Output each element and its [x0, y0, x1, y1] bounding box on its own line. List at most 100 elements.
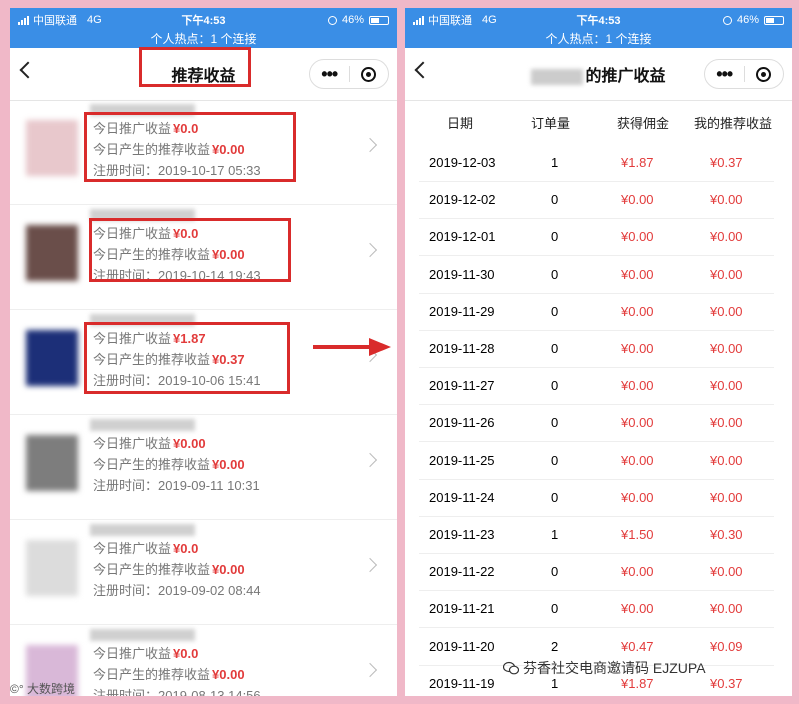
cell-orders: 0: [551, 415, 559, 431]
value-highlight-box: [89, 218, 291, 282]
today-promo-value: ¥0.0: [173, 646, 199, 661]
today-promo-income: 今日推广收益 ¥0.0: [93, 538, 198, 557]
right-phone-screen: 中国联通 4G 下午4:53 46% 个人热点：1 个连接 的推广收益 ••• …: [405, 8, 792, 696]
cell-commission: ¥0.00: [621, 192, 654, 208]
cell-referral-income: ¥0.37: [710, 675, 743, 691]
cell-referral-income: ¥0.00: [710, 266, 743, 282]
table-row: 2019-11-21 0 ¥0.00 ¥0.00: [405, 591, 792, 629]
table-row: 2019-11-23 1 ¥1.50 ¥0.30: [405, 517, 792, 554]
status-bar: 中国联通 4G 下午4:53 46%: [405, 8, 792, 32]
table-row: 2019-11-28 0 ¥0.00 ¥0.00: [405, 331, 792, 368]
cell-referral-income: ¥0.00: [710, 341, 743, 356]
battery-percent: 46%: [736, 14, 759, 26]
cell-orders: 0: [551, 303, 559, 319]
today-referral-income: 今日产生的推荐收益 ¥0.00: [93, 454, 245, 473]
cell-orders: 0: [551, 229, 559, 245]
header-referral-income: 我的推荐收益: [694, 116, 773, 131]
cell-referral-income: ¥0.00: [710, 303, 743, 319]
today-promo-value: ¥0.0: [173, 541, 199, 556]
cell-date: 2019-11-19: [429, 675, 495, 691]
close-miniprogram-button[interactable]: [350, 66, 389, 82]
cell-commission: ¥1.87: [621, 675, 654, 691]
orientation-lock-icon: [722, 15, 732, 25]
today-referral-label: 今日产生的推荐收益: [93, 562, 211, 577]
header-commission: 获得佣金: [617, 116, 670, 131]
cell-date: 2019-11-27: [429, 378, 495, 394]
cell-commission: ¥0.47: [621, 638, 654, 654]
cell-date: 2019-12-01: [429, 229, 496, 245]
cell-commission: ¥0.00: [621, 229, 654, 245]
avatar: [26, 225, 78, 281]
today-promo-label: 今日推广收益: [93, 541, 172, 556]
orientation-lock-icon: [327, 15, 337, 25]
chevron-right-icon: [362, 452, 378, 468]
page-title-text: 的推广收益: [585, 68, 666, 85]
chevron-right-icon: [362, 137, 378, 153]
cell-orders: 1: [551, 527, 559, 542]
wechat-icon: [503, 661, 519, 675]
miniprogram-capsule: •••: [704, 59, 784, 89]
table-row: 2019-11-24 0 ¥0.00 ¥0.00: [405, 480, 792, 517]
target-icon: [756, 66, 772, 82]
table-row: 2019-11-30 0 ¥0.00 ¥0.00: [405, 257, 792, 294]
signal-icon: [413, 15, 424, 25]
more-icon[interactable]: •••: [310, 65, 349, 83]
cell-date: 2019-11-20: [429, 638, 495, 654]
cell-orders: 0: [551, 192, 559, 208]
table-row: 2019-12-03 1 ¥1.87 ¥0.37: [405, 145, 792, 182]
target-icon: [361, 66, 377, 82]
today-referral-label: 今日产生的推荐收益: [93, 667, 211, 682]
cell-date: 2019-12-02: [429, 192, 496, 208]
blurred-name: [90, 629, 195, 641]
cell-commission: ¥0.00: [621, 303, 654, 319]
registration-time: 注册时间：2019-09-11 10:31: [93, 478, 260, 493]
avatar: [26, 540, 78, 596]
battery-icon: [764, 15, 784, 25]
today-referral-value: ¥0.00: [212, 457, 245, 472]
close-miniprogram-button[interactable]: [745, 66, 784, 82]
hotspot-banner[interactable]: 个人热点：1 个连接: [10, 32, 397, 48]
header-orders: 订单量: [531, 116, 571, 131]
miniprogram-capsule: •••: [309, 59, 389, 89]
hotspot-banner[interactable]: 个人热点：1 个连接: [405, 32, 792, 48]
today-promo-value: ¥0.00: [173, 436, 206, 451]
table-row: 2019-11-22 0 ¥0.00 ¥0.00: [405, 554, 792, 592]
avatar: [26, 120, 78, 176]
cell-date: 2019-11-22: [429, 564, 495, 580]
cell-orders: 1: [551, 675, 559, 691]
table-row: 2019-11-25 0 ¥0.00 ¥0.00: [405, 443, 792, 480]
cell-orders: 0: [551, 266, 559, 282]
cell-commission: ¥1.50: [621, 527, 654, 542]
blurred-name: [90, 419, 195, 431]
cell-referral-income: ¥0.00: [710, 452, 743, 468]
cell-commission: ¥0.00: [621, 266, 654, 282]
table-row: 2019-11-26 0 ¥0.00 ¥0.00: [405, 405, 792, 443]
today-promo-label: 今日推广收益: [93, 436, 172, 451]
header-date: 日期: [447, 116, 474, 131]
avatar: [26, 435, 78, 491]
table-header: 日期 订单量 获得佣金 我的推荐收益: [405, 100, 792, 142]
more-icon[interactable]: •••: [705, 65, 744, 83]
watermark-text: 芬香社交电商邀请码 EJZUPA: [523, 660, 706, 676]
cell-date: 2019-12-03: [429, 155, 496, 170]
table-row: 2019-11-29 0 ¥0.00 ¥0.00: [405, 294, 792, 331]
cell-date: 2019-11-24: [429, 489, 495, 505]
cell-date: 2019-11-30: [429, 266, 495, 282]
cell-commission: ¥0.00: [621, 415, 654, 431]
cell-orders: 0: [551, 564, 559, 580]
cell-date: 2019-11-28: [429, 341, 495, 356]
list-item[interactable]: 今日推广收益 ¥0.00 今日产生的推荐收益 ¥0.00 注册时间：2019-09-11…: [10, 415, 397, 520]
table-row: 2019-12-01 0 ¥0.00 ¥0.00: [405, 219, 792, 257]
avatar: [26, 330, 78, 386]
cell-orders: 0: [551, 378, 559, 394]
cell-referral-income: ¥0.09: [710, 638, 743, 654]
chevron-right-icon: [362, 662, 378, 678]
value-highlight-box: [84, 322, 290, 394]
network-label: 4G: [87, 14, 102, 26]
cell-orders: 0: [551, 601, 559, 617]
cell-referral-income: ¥0.00: [710, 378, 743, 394]
today-referral-label: 今日产生的推荐收益: [93, 457, 211, 472]
list-item[interactable]: 今日推广收益 ¥0.0 今日产生的推荐收益 ¥0.00 注册时间：2019-09-02 …: [10, 520, 397, 625]
chevron-right-icon: [362, 557, 378, 573]
nav-bar: 的推广收益 •••: [405, 48, 792, 101]
